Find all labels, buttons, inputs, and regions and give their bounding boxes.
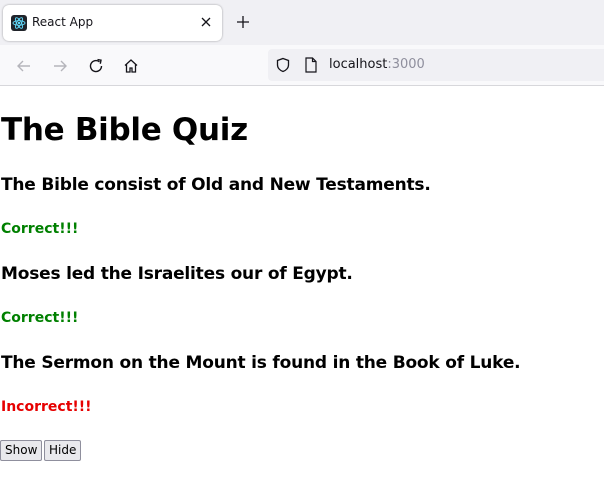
result-correct: Correct!!! xyxy=(1,221,79,237)
back-arrow-icon[interactable] xyxy=(15,57,33,75)
reload-icon[interactable] xyxy=(87,57,105,75)
question-text: The Sermon on the Mount is found in the … xyxy=(1,353,521,373)
page-title: The Bible Quiz xyxy=(1,112,248,148)
result-correct: Correct!!! xyxy=(1,310,79,326)
result-incorrect: Incorrect!!! xyxy=(1,399,92,415)
address-bar[interactable]: localhost:3000 xyxy=(268,49,604,81)
url-host: localhost xyxy=(329,57,388,72)
url-port: :3000 xyxy=(387,57,425,72)
url-text[interactable]: localhost:3000 xyxy=(329,57,425,72)
home-icon[interactable] xyxy=(122,57,140,75)
plus-icon[interactable] xyxy=(235,14,251,30)
tab-title: React App xyxy=(32,15,94,29)
show-button[interactable]: Show xyxy=(0,440,43,461)
shield-icon[interactable] xyxy=(275,57,291,73)
browser-tab[interactable]: React App xyxy=(3,5,222,41)
question-text: Moses led the Israelites our of Egypt. xyxy=(1,264,353,284)
page-icon xyxy=(304,57,318,73)
navigation-bar: localhost:3000 xyxy=(0,45,604,86)
react-logo-icon xyxy=(11,15,27,31)
tab-bar: React App xyxy=(0,0,604,45)
forward-arrow-icon[interactable] xyxy=(51,57,69,75)
close-icon[interactable] xyxy=(198,14,214,30)
page-content: The Bible Quiz The Bible consist of Old … xyxy=(0,86,604,484)
question-text: The Bible consist of Old and New Testame… xyxy=(1,175,431,195)
hide-button[interactable]: Hide xyxy=(44,440,82,461)
